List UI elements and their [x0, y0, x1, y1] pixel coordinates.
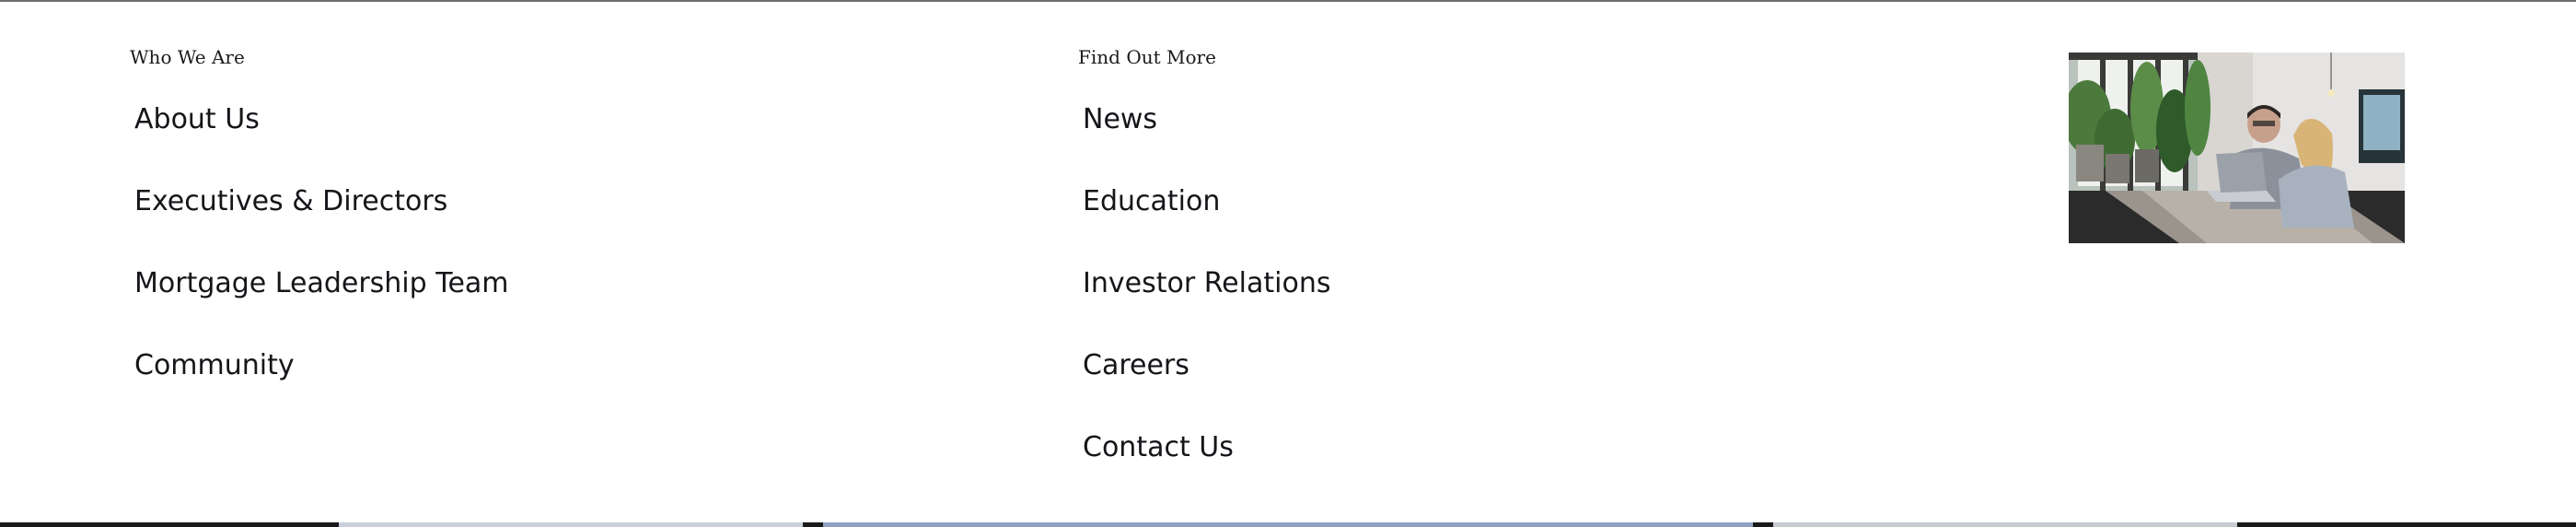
executives-directors-link[interactable]: Executives & Directors [134, 182, 447, 222]
list-item: Investor Relations [1083, 264, 1330, 345]
list-item: Careers [1083, 345, 1330, 427]
careers-link[interactable]: Careers [1083, 345, 1189, 386]
who-we-are-heading: Who We Are [130, 46, 245, 68]
education-link[interactable]: Education [1083, 182, 1220, 222]
news-link[interactable]: News [1083, 100, 1157, 140]
contact-us-link[interactable]: Contact Us [1083, 427, 1234, 468]
list-item: Community [134, 345, 509, 427]
find-out-more-links: News Education Investor Relations Career… [1083, 100, 1330, 509]
mortgage-leadership-team-link[interactable]: Mortgage Leadership Team [134, 264, 509, 304]
list-item: Executives & Directors [134, 182, 509, 264]
list-item: About Us [134, 100, 509, 182]
community-link[interactable]: Community [134, 345, 295, 386]
list-item: News [1083, 100, 1330, 182]
list-item: Contact Us [1083, 427, 1330, 509]
list-item: Mortgage Leadership Team [134, 264, 509, 345]
who-we-are-links: About Us Executives & Directors Mortgage… [134, 100, 509, 427]
top-divider [0, 0, 2576, 2]
investor-relations-link[interactable]: Investor Relations [1083, 264, 1330, 304]
about-us-link[interactable]: About Us [134, 100, 260, 140]
bottom-strip [0, 522, 2576, 527]
list-item: Education [1083, 182, 1330, 264]
find-out-more-heading: Find Out More [1078, 46, 1216, 68]
office-photo [2069, 53, 2405, 243]
